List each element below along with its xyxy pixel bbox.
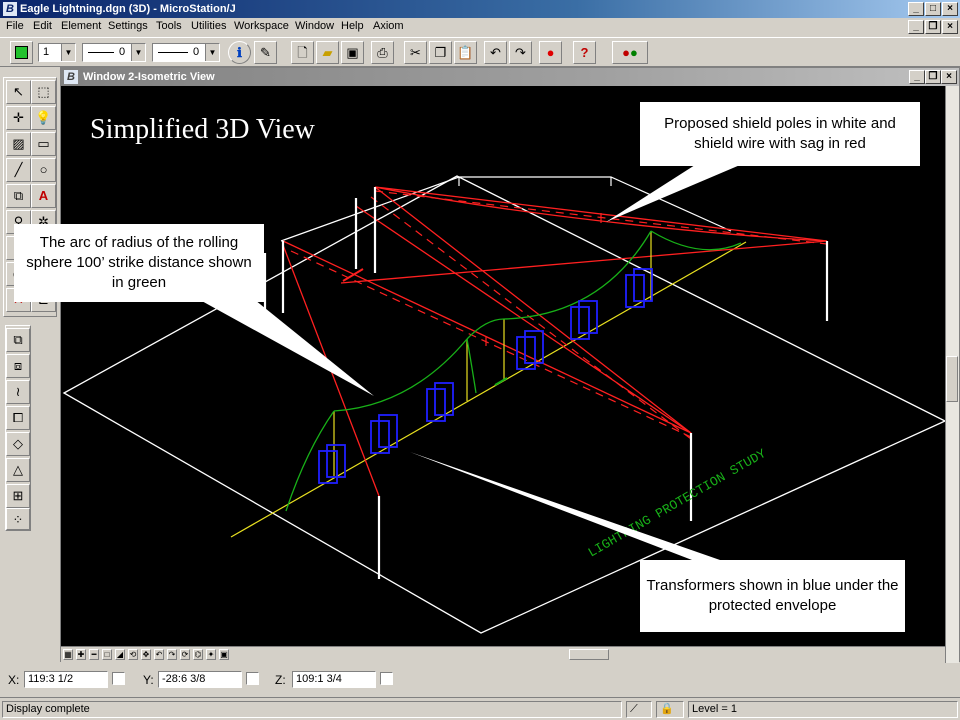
x-label: X: — [8, 673, 20, 687]
status-bar: Display complete ⟋ 🔒 Level = 1 — [0, 697, 960, 720]
transformer-callout-pointer — [410, 452, 720, 560]
shield-callout-pointer — [606, 165, 740, 222]
shield-poles-callout: Proposed shield poles in white and shiel… — [640, 102, 920, 166]
snap-line-icon: ⟋ — [630, 703, 638, 715]
z-label: Z: — [275, 673, 286, 687]
y-coordinate-field[interactable]: -28:6 3/8 — [158, 671, 242, 688]
transformers-callout-text: Transformers shown in blue under the pro… — [646, 577, 899, 614]
lock-panel[interactable]: 🔒 — [656, 701, 684, 718]
padlock-icon: 🔒 — [660, 703, 674, 715]
y-lock-checkbox[interactable] — [246, 672, 259, 685]
snap-mode-panel[interactable]: ⟋ — [626, 701, 652, 718]
active-level-panel[interactable]: Level = 1 — [688, 701, 958, 718]
y-label: Y: — [143, 673, 154, 687]
arc-callout-pointer — [200, 300, 374, 396]
view-heading: Simplified 3D View — [90, 114, 315, 145]
transformers-callout: Transformers shown in blue under the pro… — [640, 560, 905, 632]
x-lock-checkbox[interactable] — [112, 672, 125, 685]
rolling-sphere-callout: The arc of radius of the rolling sphere … — [14, 224, 264, 302]
status-message: Display complete — [2, 701, 622, 718]
z-lock-checkbox[interactable] — [380, 672, 393, 685]
x-coordinate-field[interactable]: 119:3 1/2 — [24, 671, 108, 688]
coordinate-bar: X: 119:3 1/2 Y: -28:6 3/8 Z: 109:1 3/4 — [0, 665, 960, 693]
shield-poles-callout-text: Proposed shield poles in white and shiel… — [664, 115, 896, 152]
rolling-sphere-callout-text: The arc of radius of the rolling sphere … — [26, 234, 252, 291]
z-coordinate-field[interactable]: 109:1 3/4 — [292, 671, 376, 688]
